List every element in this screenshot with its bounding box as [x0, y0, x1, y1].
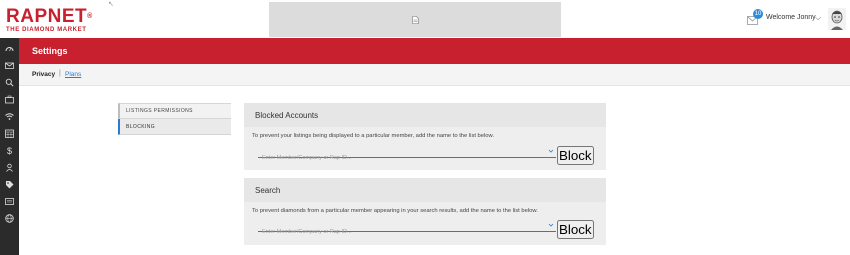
avatar[interactable]: [828, 8, 846, 30]
blocked-accounts-panel: Blocked Accounts To prevent your listing…: [244, 103, 606, 170]
sidebar-item-mail[interactable]: [0, 57, 19, 73]
dollar-icon: $: [7, 146, 12, 155]
panel-description: To prevent your listings being displayed…: [252, 133, 494, 139]
tab-listings-permissions[interactable]: Listings Permissions: [118, 103, 231, 119]
document-icon: [411, 15, 419, 24]
sidebar-item-news[interactable]: [0, 193, 19, 209]
sidebar-item-wifi[interactable]: [0, 108, 19, 124]
page-title: Settings: [32, 46, 68, 56]
sidebar-item-user[interactable]: [0, 159, 19, 175]
calendar-icon: [5, 129, 14, 138]
user-icon: [6, 163, 13, 172]
subnav-plans-link[interactable]: Plans: [65, 71, 81, 78]
news-icon: [5, 197, 14, 205]
mail-icon: [5, 62, 14, 69]
banner-ad[interactable]: [269, 2, 561, 37]
sidebar-item-globe[interactable]: [0, 210, 19, 226]
left-sidebar: $: [0, 38, 19, 255]
chevron-down-icon[interactable]: [548, 222, 554, 228]
block-button[interactable]: Block: [557, 146, 594, 165]
subnav-separator: |: [59, 70, 61, 77]
welcome-text[interactable]: Welcome Jonny: [766, 14, 816, 21]
panel-title: Search: [244, 178, 606, 202]
chevron-down-icon[interactable]: [548, 148, 554, 154]
cursor-icon: ↖: [108, 1, 114, 8]
tab-blocking[interactable]: Blocking: [118, 119, 231, 135]
blocked-member-input[interactable]: [258, 152, 556, 164]
block-button[interactable]: Block: [557, 220, 594, 239]
notifications-button[interactable]: 10: [747, 9, 763, 30]
dashboard-icon: [5, 46, 14, 51]
chevron-down-icon[interactable]: ⌵: [815, 13, 821, 23]
search-member-input[interactable]: [258, 226, 556, 238]
sidebar-item-dollar[interactable]: $: [0, 142, 19, 158]
tag-icon: [6, 180, 14, 188]
blocked-member-input-wrapper: [258, 146, 556, 164]
sidebar-item-calendar[interactable]: [0, 125, 19, 141]
sidebar-item-tag[interactable]: [0, 176, 19, 192]
rapnet-logo[interactable]: RAPNET® THE DIAMOND MARKET: [6, 6, 93, 33]
briefcase-icon: [5, 95, 14, 103]
top-header: RAPNET® THE DIAMOND MARKET ↖ 10 Welcome …: [0, 0, 850, 38]
sidebar-item-search[interactable]: [0, 74, 19, 90]
search-block-panel: Search To prevent diamonds from a partic…: [244, 178, 606, 245]
svg-text:$: $: [7, 146, 12, 155]
sidebar-item-dashboard[interactable]: [0, 40, 19, 56]
page-title-bar: Settings: [19, 38, 850, 64]
notification-badge: 10: [753, 9, 763, 19]
search-member-input-wrapper: [258, 220, 556, 238]
globe-icon: [5, 213, 14, 223]
sidebar-item-briefcase[interactable]: [0, 91, 19, 107]
logo-text: RAPNET: [6, 6, 88, 27]
panel-description: To prevent diamonds from a particular me…: [252, 208, 538, 214]
wifi-icon: [5, 112, 14, 120]
logo-tagline: THE DIAMOND MARKET: [6, 27, 87, 33]
privacy-tabs: Listings Permissions Blocking: [118, 103, 231, 135]
subnav-privacy[interactable]: Privacy: [32, 71, 55, 78]
panel-title: Blocked Accounts: [244, 103, 606, 127]
search-icon: [5, 78, 14, 87]
settings-subnav: Privacy | Plans: [19, 64, 850, 86]
